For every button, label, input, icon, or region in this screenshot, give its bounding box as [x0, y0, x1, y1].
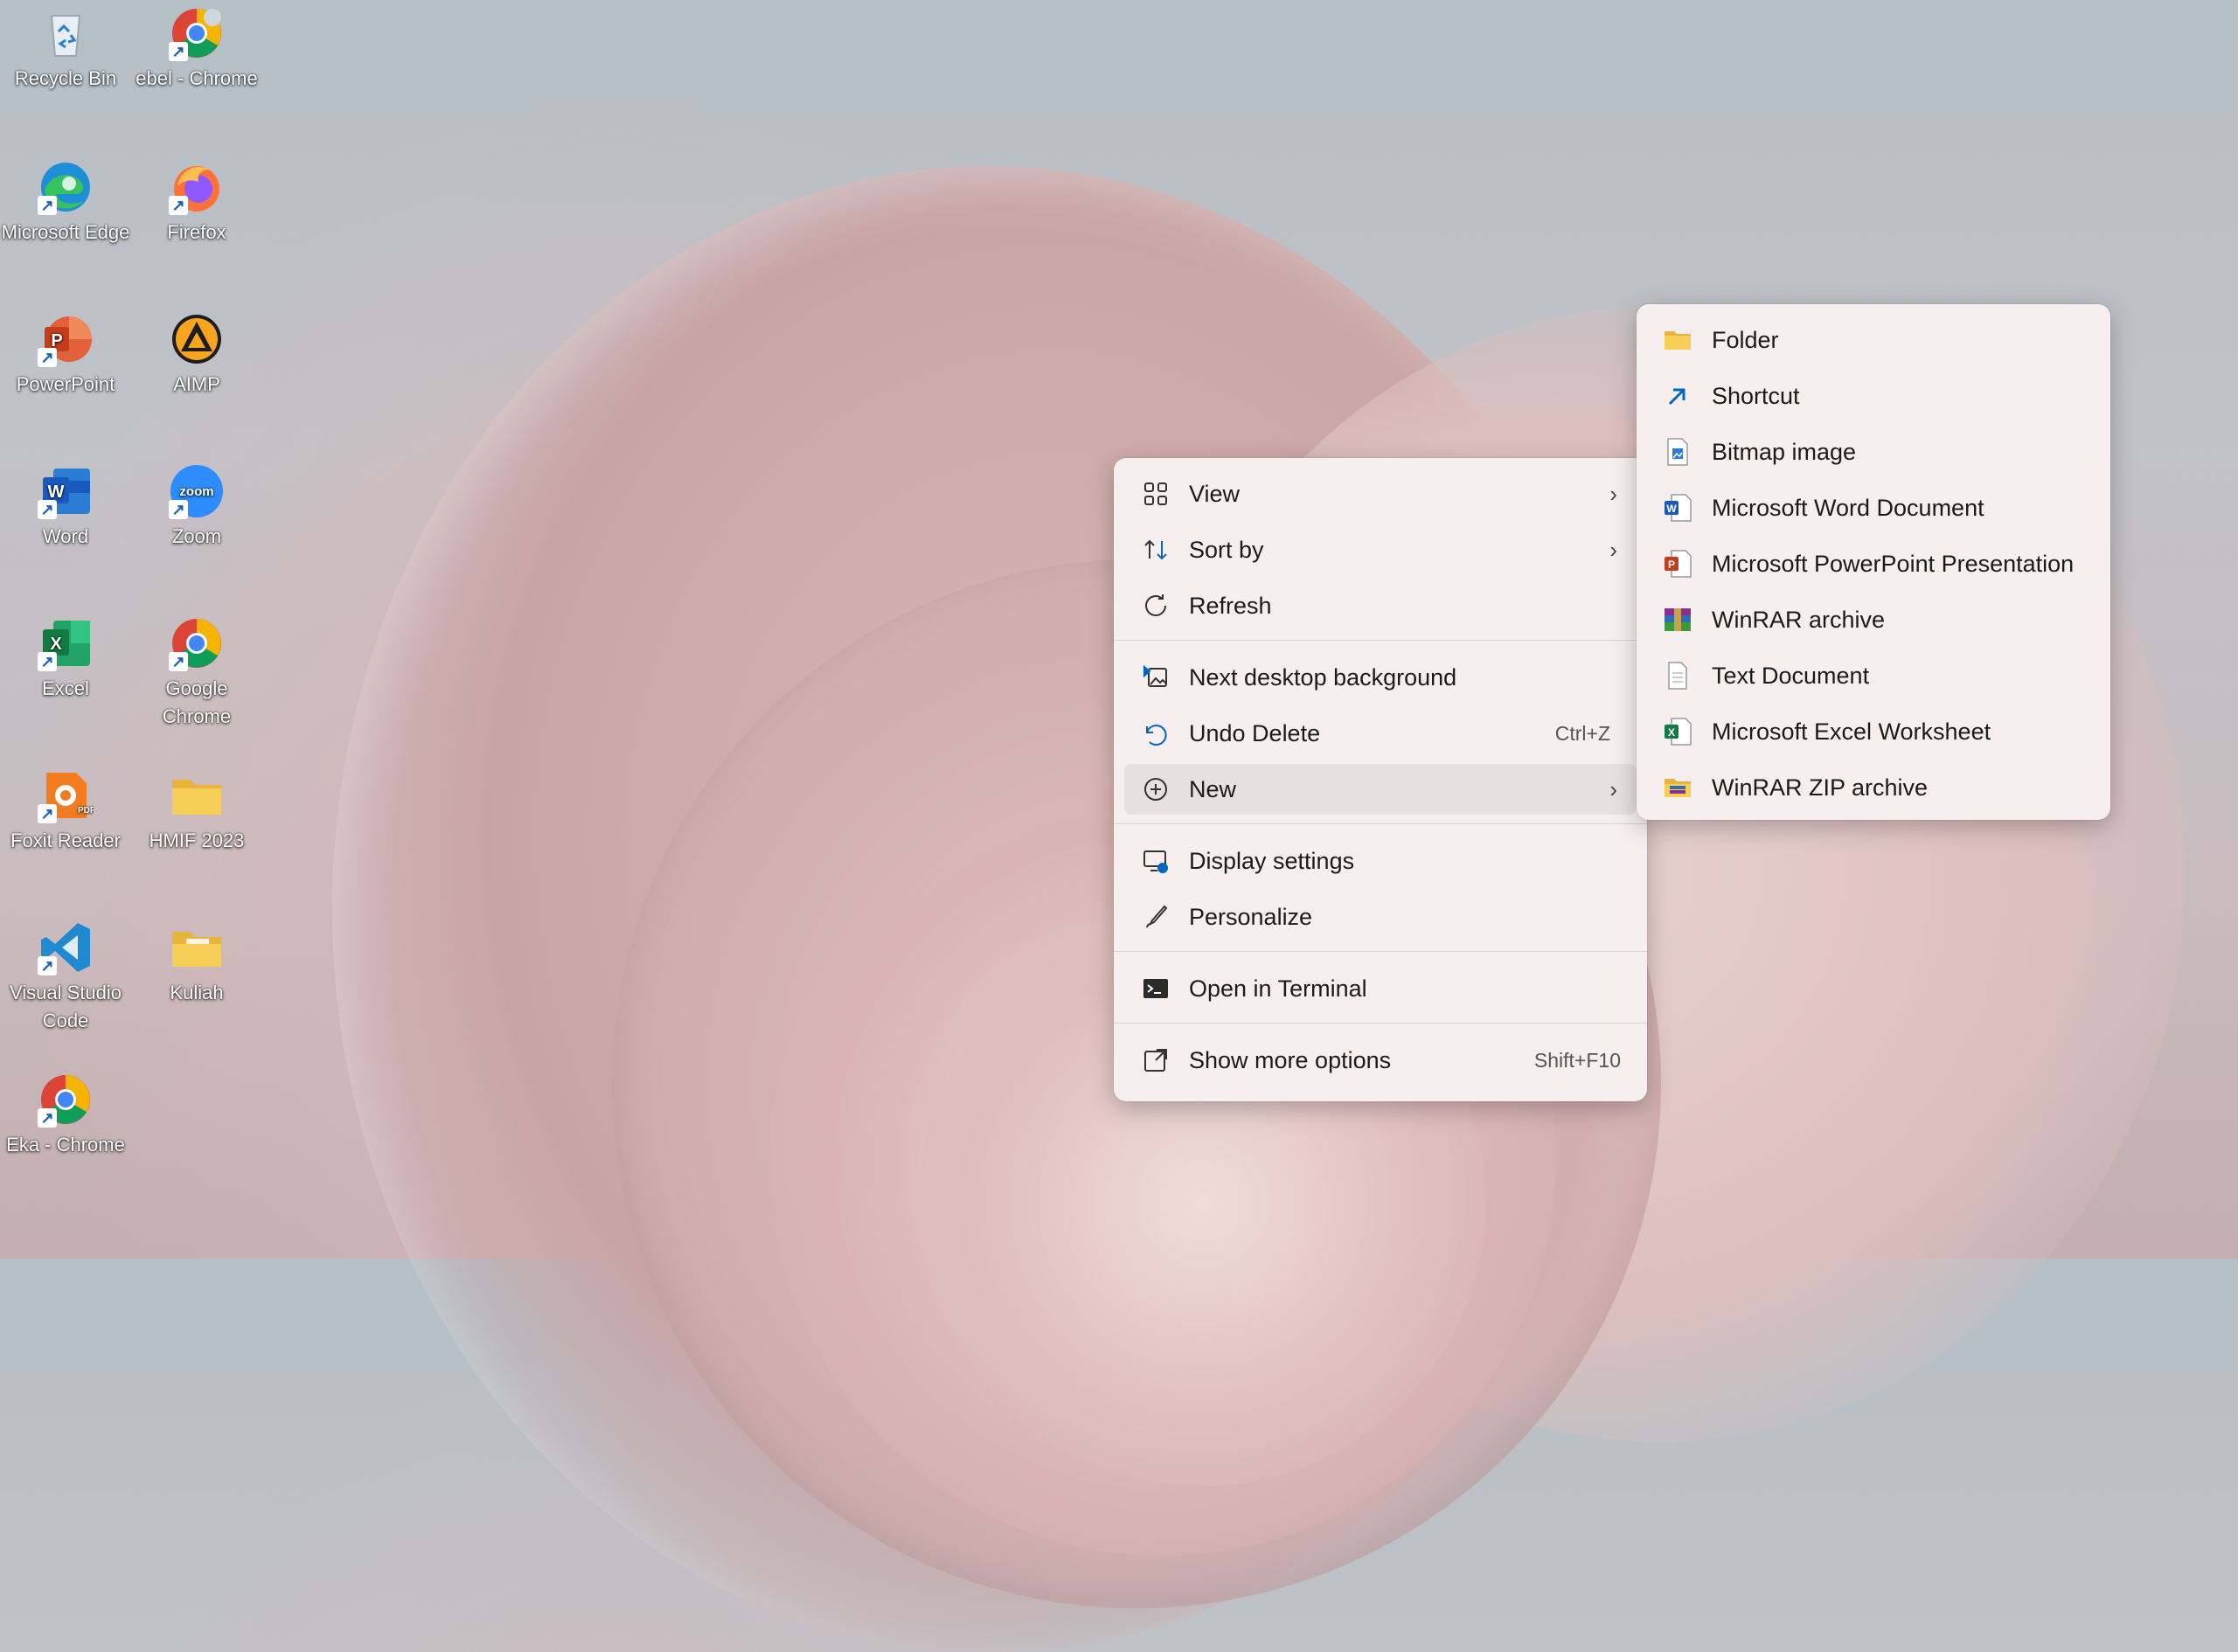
desktop-icon-hmif-2023[interactable]: HMIF 2023 [131, 767, 262, 855]
recycle-bin-icon [38, 5, 94, 61]
menu-separator [1114, 1023, 1647, 1024]
chrome-icon: ↗ [38, 1072, 94, 1128]
menu-item-sort-by[interactable]: Sort by › [1124, 524, 1637, 575]
word-doc-icon: W [1663, 493, 1692, 523]
add-circle-icon [1140, 774, 1171, 805]
terminal-icon [1140, 973, 1171, 1004]
folder-icon [169, 767, 225, 823]
chevron-right-icon: › [1609, 775, 1617, 802]
new-submenu: Folder Shortcut Bitmap image W Microsoft… [1637, 304, 2110, 820]
svg-text:PDF: PDF [78, 806, 94, 816]
submenu-item-bitmap-image[interactable]: Bitmap image [1647, 427, 2100, 477]
desktop-context-menu: View › Sort by › Refresh Next desktop ba… [1114, 458, 1647, 1101]
desktop-icon-word[interactable]: W ↗ Word [0, 463, 131, 551]
menu-item-display-settings[interactable]: Display settings [1124, 836, 1637, 886]
chrome-icon: ↗ [169, 615, 225, 671]
excel-icon: X ↗ [38, 615, 94, 671]
display-settings-icon [1140, 845, 1171, 877]
powerpoint-doc-icon: P [1663, 549, 1692, 579]
desktop-icon-aimp[interactable]: AIMP [131, 311, 262, 399]
svg-text:zoom: zoom [179, 484, 213, 499]
desktop-icon-firefox[interactable]: ↗ Firefox [131, 159, 262, 246]
grid-view-icon [1140, 478, 1171, 510]
desktop-icon-kuliah[interactable]: Kuliah [131, 920, 262, 1007]
firefox-icon: ↗ [169, 159, 225, 215]
winrar-icon [1663, 605, 1692, 635]
menu-separator [1114, 951, 1647, 952]
menu-separator [1114, 823, 1647, 824]
submenu-item-word-document[interactable]: W Microsoft Word Document [1647, 482, 2100, 533]
word-icon: W ↗ [38, 463, 94, 519]
chevron-right-icon: › [1609, 480, 1617, 507]
menu-item-refresh[interactable]: Refresh [1124, 580, 1637, 631]
powerpoint-icon: P ↗ [38, 311, 94, 367]
menu-item-undo-delete[interactable]: Undo Delete Ctrl+Z [1124, 708, 1637, 759]
folder-icon [169, 920, 225, 975]
submenu-item-folder[interactable]: Folder [1647, 315, 2100, 365]
next-background-icon [1140, 662, 1171, 693]
folder-icon [1663, 325, 1692, 355]
menu-item-next-desktop-background[interactable]: Next desktop background [1124, 652, 1637, 703]
svg-text:W: W [48, 482, 65, 502]
menu-item-personalize[interactable]: Personalize [1124, 892, 1637, 942]
zoom-icon: zoom ↗ [169, 463, 225, 519]
desktop-icon-powerpoint[interactable]: P ↗ PowerPoint [0, 311, 131, 399]
edge-icon: ↗ [38, 159, 94, 215]
desktop-icon-excel[interactable]: X ↗ Excel [0, 615, 131, 703]
desktop-icon-google-chrome[interactable]: ↗ Google Chrome [131, 615, 262, 731]
desktop-icon-recycle-bin[interactable]: Recycle Bin [0, 5, 131, 93]
vscode-icon: ↗ [38, 920, 94, 975]
menu-item-show-more-options[interactable]: Show more options Shift+F10 [1124, 1035, 1637, 1086]
svg-text:X: X [1668, 726, 1675, 739]
winrar-zip-icon [1663, 773, 1692, 802]
desktop-icon-eka-chrome[interactable]: ↗ Eka - Chrome [0, 1072, 131, 1159]
desktop-icon-ebel-chrome[interactable]: ↗ ebel - Chrome [131, 5, 262, 93]
bitmap-icon [1663, 437, 1692, 467]
text-doc-icon [1663, 661, 1692, 691]
submenu-item-shortcut[interactable]: Shortcut [1647, 371, 2100, 421]
chrome-icon: ↗ [169, 5, 225, 61]
sort-icon [1140, 534, 1171, 566]
svg-text:W: W [1666, 503, 1677, 515]
submenu-item-winrar-archive[interactable]: WinRAR archive [1647, 594, 2100, 645]
excel-doc-icon: X [1663, 717, 1692, 746]
menu-item-view[interactable]: View › [1124, 469, 1637, 519]
menu-item-open-in-terminal[interactable]: Open in Terminal [1124, 963, 1637, 1014]
refresh-icon [1140, 590, 1171, 621]
svg-text:X: X [50, 635, 62, 654]
menu-item-new[interactable]: New › [1124, 764, 1637, 815]
submenu-item-powerpoint-presentation[interactable]: P Microsoft PowerPoint Presentation [1647, 538, 2100, 589]
svg-text:P: P [1668, 559, 1675, 571]
submenu-item-winrar-zip-archive[interactable]: WinRAR ZIP archive [1647, 762, 2100, 813]
chevron-right-icon: › [1609, 536, 1617, 563]
shortcut-icon [1663, 381, 1692, 411]
menu-separator [1114, 640, 1647, 641]
foxit-icon: PDF ↗ [38, 767, 95, 823]
brush-icon [1140, 901, 1171, 933]
show-more-icon [1140, 1045, 1171, 1076]
aimp-icon [169, 311, 225, 367]
undo-icon [1140, 718, 1171, 749]
desktop-icon-foxit-reader[interactable]: PDF ↗ Foxit Reader [0, 767, 131, 855]
submenu-item-excel-worksheet[interactable]: X Microsoft Excel Worksheet [1647, 706, 2100, 757]
desktop-icon-zoom[interactable]: zoom ↗ Zoom [131, 463, 262, 551]
desktop-icon-microsoft-edge[interactable]: ↗ Microsoft Edge [0, 159, 131, 246]
desktop-icon-visual-studio-code[interactable]: ↗ Visual Studio Code [0, 920, 131, 1035]
submenu-item-text-document[interactable]: Text Document [1647, 650, 2100, 701]
